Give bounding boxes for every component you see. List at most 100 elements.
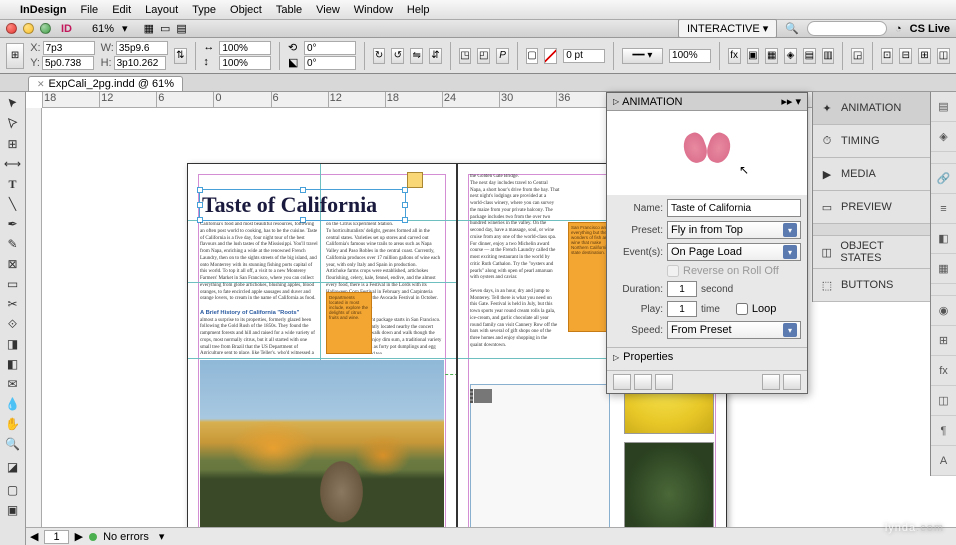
gradient-swatch-tool-icon[interactable]: ◨ [2, 334, 24, 354]
type-tool-icon[interactable]: T [2, 174, 24, 194]
zoom-window-icon[interactable] [40, 23, 51, 34]
eyedropper-tool-icon[interactable]: 💧 [2, 394, 24, 414]
menu-edit[interactable]: Edit [112, 4, 131, 16]
search-input[interactable] [807, 21, 887, 36]
slideshow-frame[interactable] [470, 384, 610, 532]
vertical-ruler[interactable] [26, 108, 42, 545]
menu-object[interactable]: Object [230, 4, 262, 16]
layers-dock-icon[interactable]: ◈ [931, 122, 956, 152]
fit-content-icon[interactable]: ⊡ [881, 48, 894, 64]
show-animation-proxy-icon[interactable] [762, 374, 780, 390]
trash-icon[interactable] [783, 374, 801, 390]
x-position-input[interactable] [43, 41, 95, 55]
animation-panel[interactable]: ▷ANIMATION▸▸ ▾ ↖ Name: Preset:Fly in fro… [606, 92, 808, 394]
corner-options-icon[interactable]: ◲ [851, 48, 864, 64]
y-position-input[interactable] [42, 56, 94, 70]
height-input[interactable] [114, 56, 166, 70]
pathfinder-dock-icon[interactable]: ◉ [931, 296, 956, 326]
selection-tool-icon[interactable] [2, 94, 24, 114]
anim-events-select[interactable]: On Page Load▾ [667, 243, 801, 261]
rectangle-frame-tool-icon[interactable]: ⊠ [2, 254, 24, 274]
apply-color-icon[interactable]: ▢ [2, 480, 24, 500]
gap-tool-icon[interactable]: ⟷ [2, 154, 24, 174]
fit-frame-icon[interactable]: ⊟ [899, 48, 912, 64]
panel-object-states[interactable]: ◫OBJECT STATES [813, 236, 930, 269]
media-placeholder-icon[interactable] [474, 389, 492, 403]
color-dock-icon[interactable]: ◧ [931, 224, 956, 254]
screen-mode-icon[interactable]: ▭ [160, 22, 170, 35]
app-menu[interactable]: InDesign [20, 4, 66, 16]
minimize-window-icon[interactable] [23, 23, 34, 34]
fill-stroke-icon[interactable]: ◪ [2, 454, 24, 480]
stroke-style-dropdown[interactable]: ━━ ▾ [622, 48, 663, 64]
body-text-column-3[interactable]: the Golden Gate Bridge.The next day incl… [470, 174, 560, 354]
preview-spread-icon[interactable] [613, 374, 631, 390]
avocado-image-frame[interactable] [624, 442, 714, 537]
effects-icon[interactable]: fx [728, 48, 741, 64]
paragraph-styles-dock-icon[interactable]: ¶ [931, 416, 956, 446]
close-tab-icon[interactable]: ✕ [37, 79, 45, 90]
anim-preset-select[interactable]: Fly in from Top▾ [667, 221, 801, 239]
flip-horizontal-icon[interactable]: ⇋ [410, 48, 423, 64]
convert-to-path-icon[interactable] [655, 374, 673, 390]
rectangle-tool-icon[interactable]: ▭ [2, 274, 24, 294]
text-wrap-bounding-icon[interactable]: ▦ [765, 48, 778, 64]
panel-buttons[interactable]: ⬚BUTTONS [813, 269, 930, 302]
text-wrap-none-icon[interactable]: ▣ [747, 48, 760, 64]
animation-panel-tab[interactable]: ▷ANIMATION▸▸ ▾ [607, 93, 807, 111]
page-left[interactable]: Taste of California California's food an… [187, 163, 457, 545]
panel-animation[interactable]: ✦ANIMATION [813, 92, 930, 125]
loop-checkbox[interactable] [736, 303, 748, 315]
text-wrap-shape-icon[interactable]: ◈ [784, 48, 797, 64]
panel-media[interactable]: ▶MEDIA [813, 158, 930, 191]
width-input[interactable] [116, 41, 168, 55]
preflight-status[interactable]: No errors [103, 531, 149, 543]
character-styles-dock-icon[interactable]: A [931, 446, 956, 476]
panel-preview[interactable]: ▭PREVIEW [813, 191, 930, 224]
free-transform-tool-icon[interactable]: ⟐ [2, 314, 24, 334]
cslive-button[interactable]: CS Live [910, 23, 950, 35]
flip-vertical-icon[interactable]: ⇵ [429, 48, 442, 64]
menu-window[interactable]: Window [354, 4, 393, 16]
menu-file[interactable]: File [80, 4, 98, 16]
reference-point-icon[interactable]: ⊞ [6, 43, 24, 69]
links-dock-icon[interactable]: 🔗 [931, 164, 956, 194]
rotate-90-cw-icon[interactable]: ↻ [373, 48, 386, 64]
rotate-input[interactable] [304, 41, 356, 55]
view-options-icon[interactable]: ▦ [144, 22, 154, 35]
rotate-90-ccw-icon[interactable]: ↺ [391, 48, 404, 64]
object-styles-dock-icon[interactable]: ◫ [931, 386, 956, 416]
body-text-column-1[interactable]: California's food and most beautiful res… [200, 222, 318, 354]
scale-x-input[interactable] [219, 41, 271, 55]
constrain-proportions-icon[interactable]: ⇅ [174, 48, 187, 64]
anim-name-input[interactable] [667, 199, 801, 217]
view-mode-normal-icon[interactable]: ▣ [2, 500, 24, 520]
scissors-tool-icon[interactable]: ✂ [2, 294, 24, 314]
stroke-weight-input[interactable] [563, 49, 605, 63]
effects-dock-icon[interactable]: fx [931, 356, 956, 386]
pages-dock-icon[interactable]: ▤ [931, 92, 956, 122]
arrange-documents-icon[interactable]: ▤ [176, 22, 186, 35]
opacity-input[interactable] [669, 49, 711, 63]
note-tool-icon[interactable]: ✉ [2, 374, 24, 394]
page-nav-prev-icon[interactable]: ◀ [30, 530, 38, 543]
paragraph-icon[interactable]: P [496, 48, 509, 64]
pencil-tool-icon[interactable]: ✎ [2, 234, 24, 254]
animation-proxy-icon[interactable] [407, 172, 423, 188]
menu-layout[interactable]: Layout [145, 4, 178, 16]
menu-type[interactable]: Type [192, 4, 216, 16]
menu-help[interactable]: Help [407, 4, 430, 16]
select-content-icon[interactable]: ◰ [477, 48, 490, 64]
select-container-icon[interactable]: ◳ [459, 48, 472, 64]
text-wrap-jump-icon[interactable]: ▤ [803, 48, 816, 64]
pen-tool-icon[interactable]: ✒ [2, 214, 24, 234]
zoom-tool-icon[interactable]: 🔍 [2, 434, 24, 454]
sidebar-callout[interactable]: Departments located in most include, exp… [326, 292, 372, 354]
anim-properties-toggle[interactable]: Properties [623, 351, 673, 363]
workspace-switcher[interactable]: INTERACTIVE ▾ [678, 19, 777, 38]
text-wrap-jump-next-icon[interactable]: ▥ [822, 48, 835, 64]
show-proxy-icon[interactable] [634, 374, 652, 390]
photo-frame[interactable] [200, 360, 444, 543]
document-tab[interactable]: ✕ ExpCali_2pg.indd @ 61% [28, 76, 183, 91]
preflight-dropdown-icon[interactable]: ▾ [159, 530, 165, 543]
